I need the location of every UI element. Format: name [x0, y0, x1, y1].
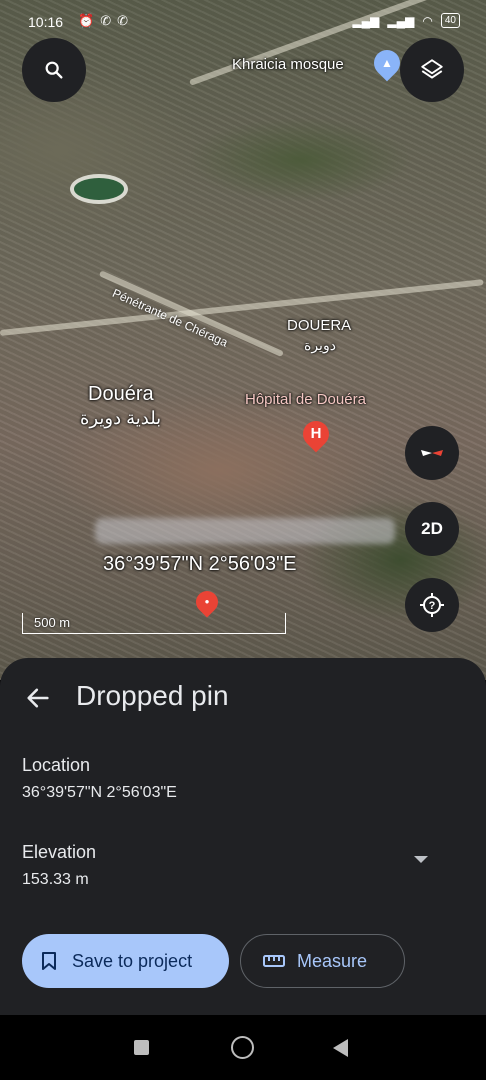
- phone-icon: ✆: [100, 13, 118, 28]
- recents-icon[interactable]: [134, 1040, 149, 1055]
- svg-text:?: ?: [429, 600, 436, 612]
- layers-button[interactable]: [400, 38, 464, 102]
- back-arrow-glyph: [27, 688, 49, 708]
- search-button[interactable]: [22, 38, 86, 102]
- search-icon: [45, 61, 63, 79]
- map-label-hospital[interactable]: Hôpital de Douéra: [245, 391, 366, 408]
- signal-icon: ▂▄▆: [352, 13, 380, 28]
- save-to-project-button[interactable]: Save to project: [22, 934, 229, 988]
- map-label-douera[interactable]: Douéra: [88, 383, 154, 406]
- map-label-douera-upper[interactable]: DOUERA: [287, 317, 351, 334]
- compass-icon: [421, 450, 443, 456]
- location-label: Location: [22, 755, 91, 775]
- location-value: 36°39'57"N 2°56'03"E: [22, 784, 177, 801]
- chevron-down-icon[interactable]: [414, 856, 428, 863]
- measure-label: Measure: [297, 950, 368, 971]
- signal-icon: ▂▄▆: [387, 13, 415, 28]
- back-icon[interactable]: [333, 1039, 348, 1057]
- phone-icon: ✆: [117, 13, 134, 28]
- layers-icon: [421, 59, 443, 79]
- mosque-glyph-icon: ▲: [381, 56, 393, 70]
- elevation-label: Elevation: [22, 842, 97, 862]
- map-road: [0, 279, 484, 336]
- alarm-icon: ⏰: [78, 13, 101, 28]
- view-mode-button[interactable]: 2D: [405, 502, 459, 556]
- ruler-icon: [263, 955, 285, 967]
- measure-button[interactable]: Measure: [240, 934, 405, 988]
- elevation-value: 153.33 m: [22, 871, 89, 888]
- compass-button[interactable]: [405, 426, 459, 480]
- battery-icon: 40: [440, 13, 460, 28]
- wifi-icon: ◠: [422, 13, 433, 28]
- dropped-pin-dot: ●: [204, 597, 210, 606]
- hospital-pin-letter: H: [310, 425, 322, 442]
- map-view[interactable]: Khraicia mosque Pénétrante de Chéraga DO…: [0, 0, 486, 680]
- my-location-icon: ?: [420, 593, 444, 617]
- status-time: 10:16: [28, 14, 64, 30]
- notification-icons: ⏰✆✆: [78, 13, 134, 29]
- bookmark-icon: [42, 952, 56, 970]
- stadium-shape: [70, 174, 128, 204]
- map-label-mosque[interactable]: Khraicia mosque: [232, 56, 344, 73]
- map-label-douera-upper-arabic: دويرة: [304, 337, 336, 353]
- home-icon[interactable]: [231, 1036, 254, 1059]
- map-label-douera-arabic: بلدية دويرة: [80, 408, 162, 428]
- save-to-project-label: Save to project: [72, 950, 193, 971]
- scale-label: 500 m: [34, 615, 71, 630]
- status-right: ▂▄▆ ▂▄▆ ◠ 40: [352, 13, 460, 28]
- map-road: [98, 270, 284, 358]
- my-location-button[interactable]: ?: [405, 578, 459, 632]
- hospital-pin-icon[interactable]: H: [297, 415, 335, 453]
- back-arrow-icon[interactable]: [24, 684, 52, 717]
- blurred-label: [95, 518, 395, 544]
- status-bar: 10:16 ⏰✆✆ ▂▄▆ ▂▄▆ ◠ 40: [0, 0, 486, 44]
- sheet-title: Dropped pin: [76, 680, 229, 711]
- coordinates-label: 36°39'57"N 2°56'03"E: [103, 553, 297, 575]
